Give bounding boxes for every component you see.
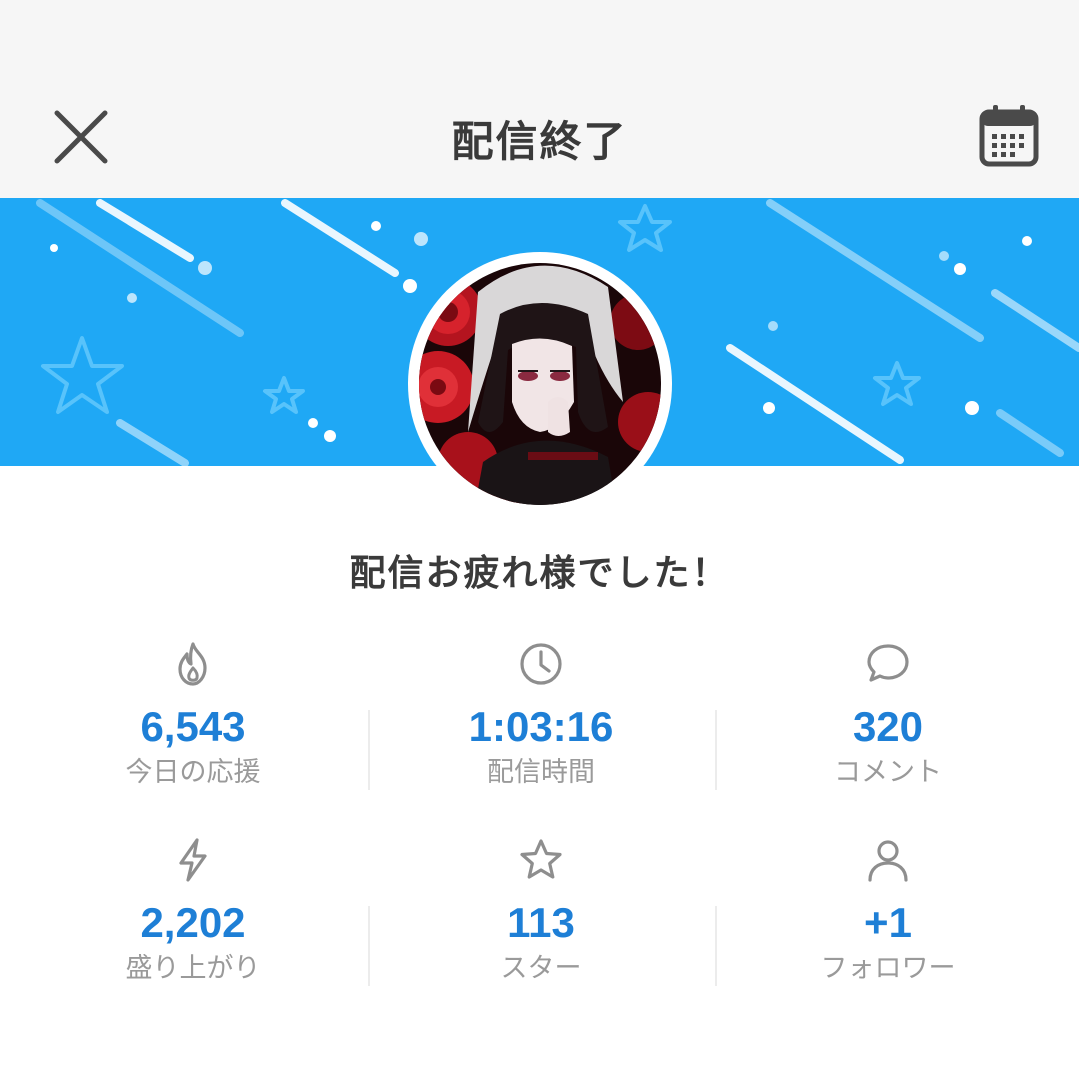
stat-value: 6,543: [140, 703, 246, 750]
calendar-icon: [979, 105, 1039, 167]
divider: [715, 906, 717, 986]
comment-icon: [867, 644, 909, 682]
stat-followers: +1 フォロワー: [718, 836, 1058, 986]
avatar[interactable]: [408, 252, 672, 516]
stat-label: スター: [500, 953, 582, 984]
stat-label: コメント: [834, 757, 942, 788]
stat-label: フォロワー: [820, 953, 956, 984]
divider: [715, 710, 717, 790]
stat-value: 1:03:16: [468, 703, 614, 750]
divider: [368, 710, 370, 790]
stat-support: 6,543 今日の応援: [23, 640, 363, 790]
lightning-icon: [179, 838, 207, 882]
stat-label: 配信時間: [487, 757, 595, 788]
divider: [368, 906, 370, 986]
star-icon: [520, 839, 562, 879]
stat-stream-time: 1:03:16 配信時間: [371, 640, 711, 790]
calendar-button[interactable]: [976, 100, 1042, 170]
stat-excitement: 2,202 盛り上がり: [23, 836, 363, 986]
avatar-image: [419, 263, 661, 505]
flame-icon: [178, 642, 207, 686]
stat-stars: 113 スター: [371, 836, 711, 986]
person-icon: [868, 840, 908, 882]
stat-comments: 320 コメント: [718, 640, 1058, 790]
clock-icon: [520, 643, 562, 685]
stat-value: 2,202: [140, 899, 246, 946]
stat-value: 320: [852, 703, 924, 750]
top-bar: 配信終了: [0, 0, 1079, 198]
stat-value: +1: [864, 899, 912, 946]
page-title: 配信終了: [451, 117, 628, 166]
stream-end-message: 配信お疲れ様でした！: [349, 553, 730, 594]
stat-label: 今日の応援: [125, 757, 261, 788]
stat-value: 113: [507, 899, 575, 946]
stat-label: 盛り上がり: [125, 953, 261, 984]
